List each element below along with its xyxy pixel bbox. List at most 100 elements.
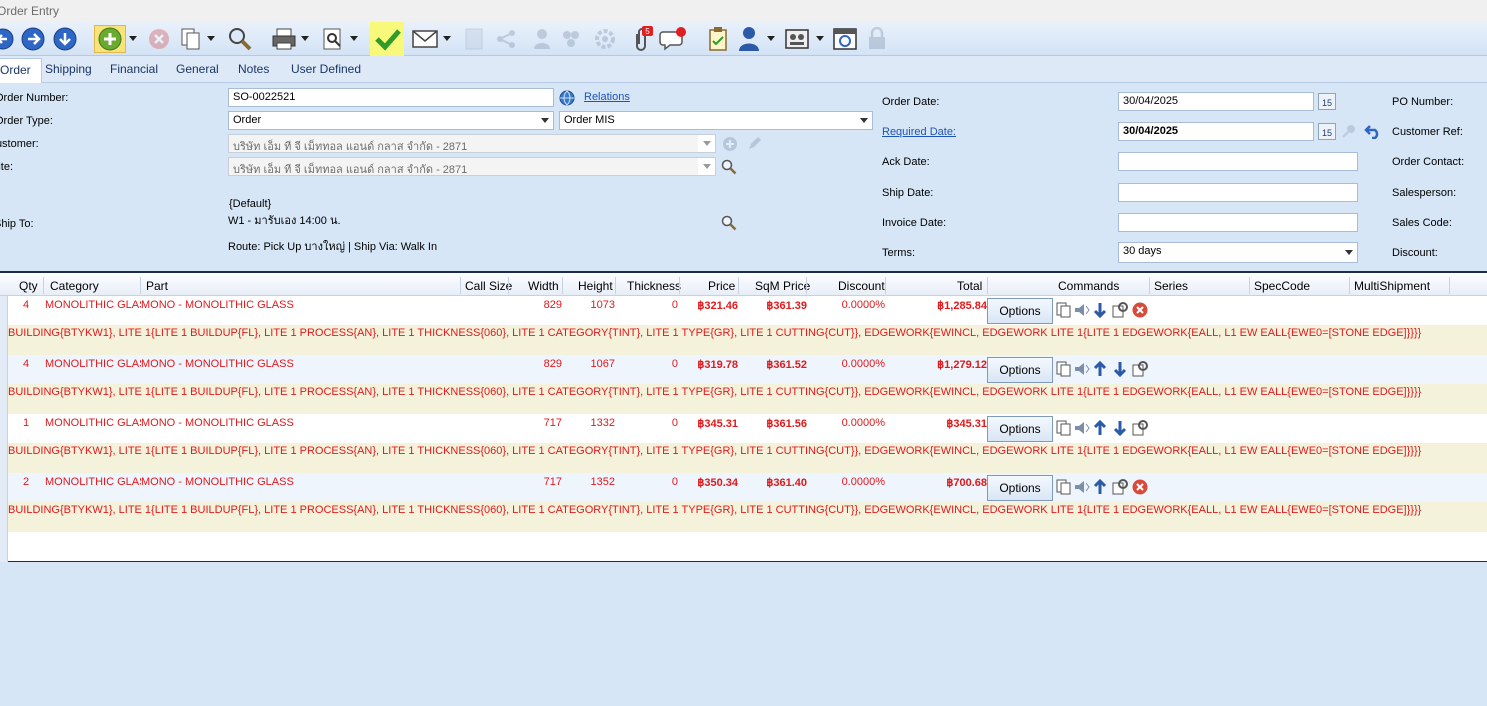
print-dropdown-icon[interactable] bbox=[299, 26, 311, 52]
width-cell[interactable]: 717 bbox=[528, 476, 562, 488]
sqm-price-cell[interactable]: ฿361.39 bbox=[743, 299, 807, 312]
tab-general[interactable]: General bbox=[176, 62, 219, 76]
part-cell[interactable]: MONO - MONOLITHIC GLASS bbox=[141, 299, 294, 311]
sound-icon[interactable] bbox=[1074, 479, 1090, 495]
col-sqm-price[interactable]: SqM Price bbox=[755, 279, 810, 293]
qty-cell[interactable]: 1 bbox=[23, 417, 29, 429]
col-height[interactable]: Height bbox=[578, 279, 613, 293]
category-cell[interactable]: MONOLITHIC GLASS bbox=[45, 417, 141, 429]
move-up-icon[interactable] bbox=[1092, 420, 1108, 436]
tab-financial[interactable]: Financial bbox=[110, 62, 158, 76]
copy-icon[interactable] bbox=[178, 26, 204, 52]
approve-icon[interactable] bbox=[374, 26, 402, 52]
sqm-price-cell[interactable]: ฿361.52 bbox=[743, 358, 807, 371]
tab-order[interactable]: Order bbox=[0, 58, 42, 84]
table-row[interactable]: 2 MONOLITHIC GLASS MONO - MONOLITHIC GLA… bbox=[8, 473, 1487, 532]
col-qty[interactable]: Qty bbox=[19, 279, 38, 293]
globe-icon[interactable] bbox=[559, 90, 575, 106]
qty-cell[interactable]: 4 bbox=[23, 299, 29, 311]
properties-icon[interactable] bbox=[1132, 361, 1148, 377]
chevron-down-icon[interactable] bbox=[1340, 243, 1357, 262]
col-multishipment[interactable]: MultiShipment bbox=[1354, 279, 1430, 293]
thickness-cell[interactable]: 0 bbox=[648, 476, 678, 488]
tab-shipping[interactable]: Shipping bbox=[45, 62, 92, 76]
discount-cell[interactable]: 0.0000% bbox=[818, 358, 885, 370]
category-cell[interactable]: MONOLITHIC GLASS bbox=[45, 299, 141, 311]
table-row[interactable]: 1 MONOLITHIC GLASS MONO - MONOLITHIC GLA… bbox=[8, 414, 1487, 473]
col-spec-code[interactable]: SpecCode bbox=[1254, 279, 1310, 293]
thickness-cell[interactable]: 0 bbox=[648, 417, 678, 429]
copy-dropdown-icon[interactable] bbox=[205, 26, 217, 52]
ack-date-field[interactable] bbox=[1118, 152, 1358, 171]
properties-icon[interactable] bbox=[1112, 479, 1128, 495]
person-icon[interactable] bbox=[736, 26, 762, 52]
tab-notes[interactable]: Notes bbox=[238, 62, 269, 76]
qty-cell[interactable]: 2 bbox=[23, 476, 29, 488]
undo-icon[interactable] bbox=[1364, 123, 1382, 140]
search-icon[interactable] bbox=[226, 26, 254, 52]
calendar-icon[interactable]: 15 bbox=[1318, 123, 1336, 140]
chevron-down-icon[interactable] bbox=[855, 112, 872, 129]
qty-cell[interactable]: 4 bbox=[23, 358, 29, 370]
category-cell[interactable]: MONOLITHIC GLASS bbox=[45, 476, 141, 488]
width-cell[interactable]: 717 bbox=[528, 417, 562, 429]
options-button[interactable]: Options bbox=[987, 475, 1053, 501]
order-type-select[interactable]: Order bbox=[228, 111, 554, 130]
col-discount[interactable]: Discount bbox=[838, 279, 885, 293]
print-icon[interactable] bbox=[270, 26, 298, 52]
table-row[interactable]: 4 MONOLITHIC GLASS MONO - MONOLITHIC GLA… bbox=[8, 355, 1487, 414]
discount-cell[interactable]: 0.0000% bbox=[818, 476, 885, 488]
add-icon[interactable] bbox=[94, 25, 126, 53]
email-dropdown-icon[interactable] bbox=[441, 26, 453, 52]
person-dropdown-icon[interactable] bbox=[765, 26, 777, 52]
forward-icon[interactable] bbox=[20, 26, 46, 52]
col-series[interactable]: Series bbox=[1154, 279, 1188, 293]
sqm-price-cell[interactable]: ฿361.40 bbox=[743, 476, 807, 489]
email-icon[interactable] bbox=[410, 26, 440, 52]
part-cell[interactable]: MONO - MONOLITHIC GLASS bbox=[141, 476, 294, 488]
total-cell[interactable]: ฿700.68 bbox=[888, 476, 987, 489]
move-down-icon[interactable] bbox=[1112, 361, 1128, 377]
col-call-size[interactable]: Call Size bbox=[465, 279, 512, 293]
down-icon[interactable] bbox=[52, 26, 78, 52]
attachment-icon[interactable]: 5 bbox=[629, 26, 655, 52]
terms-select[interactable]: 30 days bbox=[1118, 242, 1358, 263]
delete-icon[interactable] bbox=[1132, 479, 1148, 495]
monitor-dropdown-icon[interactable] bbox=[814, 26, 826, 52]
order-number-field[interactable]: SO-0022521 bbox=[228, 88, 554, 107]
discount-cell[interactable]: 0.0000% bbox=[818, 299, 885, 311]
col-part[interactable]: Part bbox=[146, 279, 168, 293]
col-total[interactable]: Total bbox=[957, 279, 982, 293]
calendar-icon[interactable]: 15 bbox=[1318, 93, 1336, 110]
required-date-field[interactable]: 30/04/2025 bbox=[1118, 122, 1314, 141]
height-cell[interactable]: 1067 bbox=[578, 358, 615, 370]
monitor-icon[interactable] bbox=[783, 26, 811, 52]
options-button[interactable]: Options bbox=[987, 298, 1053, 324]
search-icon[interactable] bbox=[721, 215, 737, 231]
total-cell[interactable]: ฿1,285.84 bbox=[888, 299, 987, 312]
preview-dropdown-icon[interactable] bbox=[348, 26, 360, 52]
copy-icon[interactable] bbox=[1056, 361, 1072, 377]
move-down-icon[interactable] bbox=[1092, 302, 1108, 318]
sound-icon[interactable] bbox=[1074, 302, 1090, 318]
copy-icon[interactable] bbox=[1056, 479, 1072, 495]
properties-icon[interactable] bbox=[1132, 420, 1148, 436]
col-width[interactable]: Width bbox=[528, 279, 559, 293]
required-date-label[interactable]: Required Date: bbox=[882, 126, 956, 138]
col-commands[interactable]: Commands bbox=[1058, 279, 1119, 293]
row-selector-strip[interactable] bbox=[0, 296, 8, 562]
invoice-date-field[interactable] bbox=[1118, 213, 1358, 232]
preview-icon[interactable] bbox=[320, 26, 346, 52]
thickness-cell[interactable]: 0 bbox=[648, 358, 678, 370]
relations-link[interactable]: Relations bbox=[584, 91, 630, 103]
copy-icon[interactable] bbox=[1056, 420, 1072, 436]
total-cell[interactable]: ฿1,279.12 bbox=[888, 358, 987, 371]
price-cell[interactable]: ฿345.31 bbox=[678, 417, 738, 430]
tab-user-defined[interactable]: User Defined bbox=[291, 62, 361, 76]
order-date-field[interactable]: 30/04/2025 bbox=[1118, 92, 1314, 111]
options-button[interactable]: Options bbox=[987, 416, 1053, 442]
height-cell[interactable]: 1332 bbox=[578, 417, 615, 429]
category-cell[interactable]: MONOLITHIC GLASS bbox=[45, 358, 141, 370]
move-up-icon[interactable] bbox=[1092, 479, 1108, 495]
order-mis-select[interactable]: Order MIS bbox=[559, 111, 873, 130]
